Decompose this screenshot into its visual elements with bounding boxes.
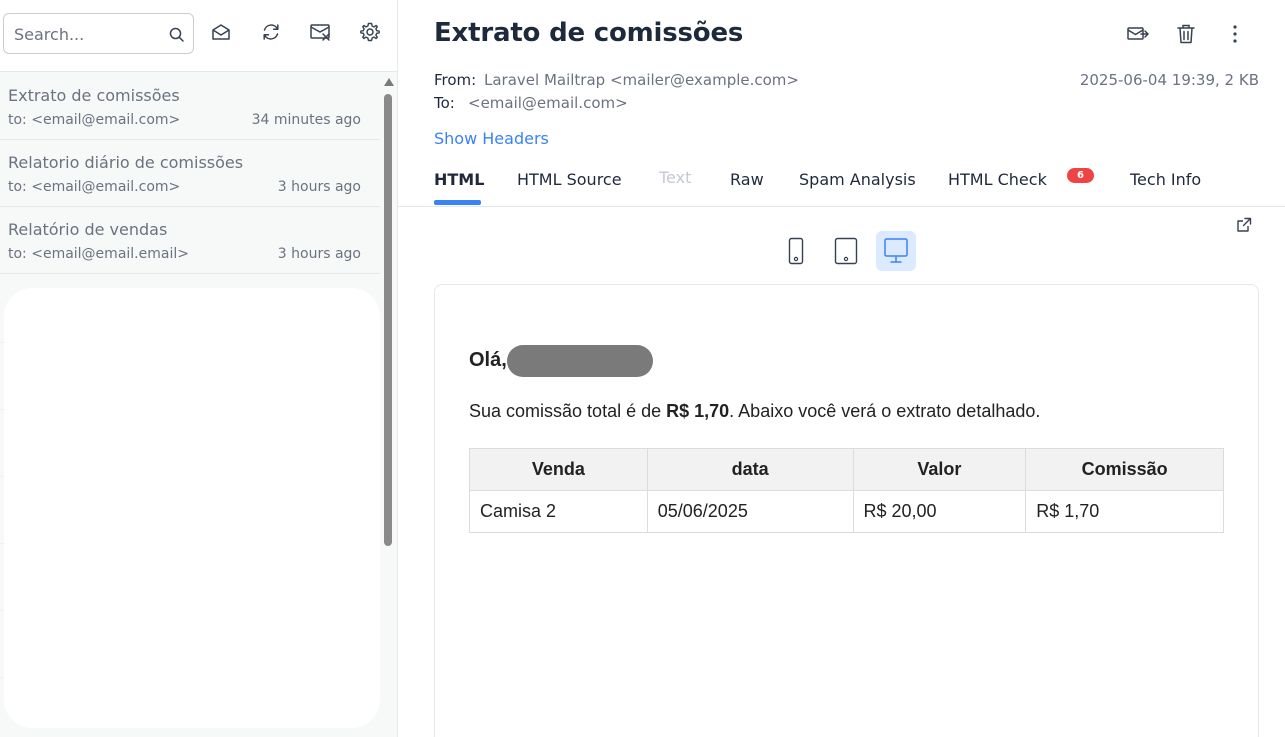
mobile-phone-icon xyxy=(788,237,804,265)
message-subject: Extrato de comissões xyxy=(8,86,180,105)
message-list-item[interactable]: Relatório de vendas to: <email@email.ema… xyxy=(0,207,380,274)
cell-comissao: R$ 1,70 xyxy=(1025,490,1224,533)
column-header-valor: Valor xyxy=(852,448,1027,491)
tab-html[interactable]: HTML xyxy=(434,170,484,189)
search-icon[interactable] xyxy=(168,26,186,44)
to-value: <email@email.com> xyxy=(468,94,628,112)
message-time: 3 hours ago xyxy=(277,179,361,195)
mobile-view-button[interactable] xyxy=(776,231,816,271)
desktop-view-button[interactable] xyxy=(876,231,916,271)
message-subject: Relatorio diário de comissões xyxy=(8,153,244,172)
message-title: Extrato de comissões xyxy=(434,18,744,48)
column-header-venda: Venda xyxy=(469,448,648,491)
show-headers-link[interactable]: Show Headers xyxy=(434,129,549,148)
tablet-icon xyxy=(834,237,858,265)
cell-venda: Camisa 2 xyxy=(469,490,648,533)
settings-button[interactable] xyxy=(358,20,382,44)
redacted-name xyxy=(507,345,653,377)
email-intro: Sua comissão total é de R$ 1,70. Abaixo … xyxy=(469,401,1040,422)
message-view: Extrato de comissões From: Laravel Mailt… xyxy=(398,0,1285,737)
redacted-region xyxy=(4,288,380,728)
sidebar: Extrato de comissões to: <email@email.co… xyxy=(0,0,398,737)
from-value: Laravel Mailtrap <mailer@example.com> xyxy=(484,71,799,89)
intro-amount: R$ 1,70 xyxy=(666,401,730,421)
forward-email-icon xyxy=(1127,27,1149,40)
refresh-icon xyxy=(263,24,279,40)
tab-spam-analysis[interactable]: Spam Analysis xyxy=(799,170,916,189)
column-header-data: data xyxy=(646,448,854,491)
column-header-comissao: Comissão xyxy=(1025,448,1224,491)
message-time: 34 minutes ago xyxy=(251,112,361,128)
tab-text: Text xyxy=(659,168,692,187)
message-list-scrollbar[interactable] xyxy=(382,76,394,548)
refresh-button[interactable] xyxy=(259,20,283,44)
forward-button[interactable] xyxy=(1126,22,1150,46)
mark-read-icon xyxy=(212,24,230,40)
message-recipient: to: <email@email.com> xyxy=(8,179,181,195)
table-header-row: Venda data Valor Comissão xyxy=(469,448,1224,491)
trash-icon xyxy=(1177,24,1195,44)
from-label: From: xyxy=(434,71,477,89)
tablet-view-button[interactable] xyxy=(826,231,866,271)
tab-html-check[interactable]: HTML Check xyxy=(948,170,1047,189)
message-time: 3 hours ago xyxy=(277,246,361,262)
active-tab-indicator xyxy=(434,200,481,205)
intro-text-before: Sua comissão total é de xyxy=(469,401,667,421)
message-recipient: to: <email@email.com> xyxy=(8,112,181,128)
tab-tech-info[interactable]: Tech Info xyxy=(1130,170,1201,189)
email-preview-frame: Olá, Sua comissão total é de R$ 1,70. Ab… xyxy=(434,284,1259,737)
message-date-size: 2025-06-04 19:39, 2 KB xyxy=(1079,71,1259,89)
table-row: Camisa 2 05/06/2025 R$ 20,00 R$ 1,70 xyxy=(469,490,1224,533)
delete-button[interactable] xyxy=(1174,22,1198,46)
message-subject: Relatório de vendas xyxy=(8,220,168,239)
html-check-count-badge: 6 xyxy=(1067,168,1094,183)
view-tabs: HTML HTML Source Text Raw Spam Analysis … xyxy=(398,160,1285,207)
cell-data: 05/06/2025 xyxy=(646,490,854,533)
cell-valor: R$ 20,00 xyxy=(852,490,1027,533)
sidebar-toolbar xyxy=(0,0,397,72)
settings-icon xyxy=(360,22,380,42)
tab-html-source[interactable]: HTML Source xyxy=(517,170,622,189)
open-external-icon[interactable] xyxy=(1235,216,1253,234)
delete-all-button[interactable] xyxy=(309,20,333,44)
message-list-item[interactable]: Extrato de comissões to: <email@email.co… xyxy=(0,73,380,140)
search-box[interactable] xyxy=(3,13,194,54)
more-vertical-icon xyxy=(1233,25,1237,43)
scrollbar-thumb[interactable] xyxy=(384,94,392,546)
delete-all-icon xyxy=(310,24,330,41)
message-recipient: to: <email@email.email> xyxy=(8,246,189,262)
commission-table: Venda data Valor Comissão Camisa 2 05/06… xyxy=(469,448,1224,533)
mark-all-read-button[interactable] xyxy=(209,20,233,44)
mail-app: Extrato de comissões to: <email@email.co… xyxy=(0,0,1285,737)
message-list-item[interactable]: Relatorio diário de comissões to: <email… xyxy=(0,140,380,207)
intro-text-after: . Abaixo você verá o extrato detalhado. xyxy=(729,401,1041,421)
tab-raw[interactable]: Raw xyxy=(730,170,764,189)
search-input[interactable] xyxy=(14,23,164,45)
scroll-up-arrow-icon[interactable] xyxy=(384,78,394,86)
message-list: Extrato de comissões to: <email@email.co… xyxy=(0,73,380,274)
to-label: To: xyxy=(434,94,455,112)
more-options-button[interactable] xyxy=(1223,22,1247,46)
desktop-monitor-icon xyxy=(884,238,908,263)
email-greeting: Olá, xyxy=(469,349,507,371)
